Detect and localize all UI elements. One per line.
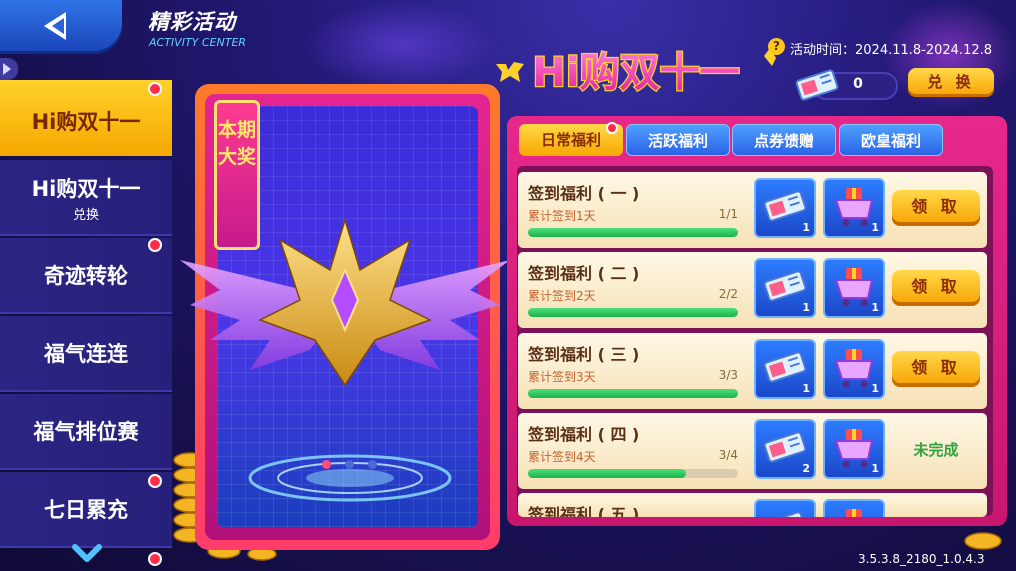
reward-item-ticket[interactable]: 1 — [754, 258, 816, 318]
reward-row: 签到福利 ( 三 ) 累计签到3天 3/3 1 1 领 取 — [518, 333, 987, 409]
progress-bar — [528, 228, 738, 237]
back-arrow-icon — [44, 12, 66, 40]
claim-button[interactable]: 领 取 — [892, 351, 980, 387]
reward-row: 签到福利 ( 四 ) 累计签到4天 3/4 2 1 未完成 — [518, 413, 987, 489]
progress-bar-fill — [528, 228, 738, 237]
item-quantity: 1 — [871, 301, 879, 314]
item-quantity: 1 — [871, 462, 879, 475]
prize-banner-text: 本期大奖 — [217, 119, 256, 168]
reward-item-cart[interactable]: 1 — [823, 339, 885, 399]
notification-dot — [148, 82, 162, 96]
item-quantity: 1 — [871, 221, 879, 234]
item-quantity: 1 — [802, 221, 810, 234]
reward-title: 签到福利 ( 四 ) — [528, 425, 640, 444]
sidebar-item-label: Hi购双十一 — [31, 110, 141, 134]
reward-progress-text: 3/3 — [718, 368, 738, 382]
sidebar-item-lucky[interactable]: 福气连连 — [0, 316, 172, 392]
claim-button[interactable]: 领 取 — [892, 190, 980, 226]
ticket-icon — [763, 431, 807, 463]
notification-dot — [148, 238, 162, 252]
stage-light — [300, 0, 500, 90]
progress-bar — [528, 389, 738, 398]
sidebar-item-label: 七日累充 — [44, 498, 128, 522]
coupon-count: 0 — [853, 76, 863, 92]
reward-item-ticket[interactable]: 1 — [754, 178, 816, 238]
reward-item-ticket[interactable] — [754, 499, 816, 517]
ticket-icon — [763, 511, 807, 517]
reward-item-cart[interactable]: 1 — [823, 419, 885, 479]
ticket-icon — [763, 270, 807, 302]
sidebar-item-wheel[interactable]: 奇迹转轮 — [0, 238, 172, 314]
version-label: 3.5.3.8_2180_1.0.4.3 — [858, 552, 985, 566]
reward-progress-text: 2/2 — [718, 287, 738, 301]
ticket-icon — [795, 69, 839, 101]
tab-coupon-gift[interactable]: 点券馈赠 — [732, 124, 836, 156]
help-icon[interactable]: ? — [768, 38, 785, 55]
pager-dot[interactable] — [368, 460, 377, 469]
reward-progress-text: 1/1 — [718, 207, 738, 221]
reward-condition: 累计签到1天 — [528, 209, 596, 223]
sidebar-collapse-icon[interactable] — [0, 58, 18, 80]
progress-bar-fill — [528, 389, 738, 398]
sidebar-item-ranking[interactable]: 福气排位赛 — [0, 394, 172, 470]
sidebar-item-hi-shopping[interactable]: Hi购双十一 — [0, 80, 172, 156]
reward-condition: 累计签到4天 — [528, 450, 596, 464]
reward-row: 签到福利 ( 五 ) — [518, 493, 987, 517]
reward-progress-text: 3/4 — [718, 448, 738, 462]
reward-item-ticket[interactable]: 2 — [754, 419, 816, 479]
item-quantity: 1 — [871, 382, 879, 395]
reward-title: 签到福利 ( 三 ) — [528, 345, 640, 364]
sidebar-item-sublabel: 兑换 — [72, 208, 99, 223]
event-time: 活动时间：2024.11.8-2024.12.8 — [790, 43, 993, 58]
progress-bar-fill — [528, 469, 686, 478]
reward-item-cart[interactable]: 1 — [823, 178, 885, 238]
reward-item-ticket[interactable]: 1 — [754, 339, 816, 399]
sidebar-item-recharge[interactable]: 七日累充 — [0, 472, 172, 548]
chevron-down-icon[interactable] — [72, 543, 102, 567]
prize-banner: 本期大奖 — [214, 100, 260, 250]
reward-condition: 累计签到2天 — [528, 289, 596, 303]
reward-title: 签到福利 ( 二 ) — [528, 264, 640, 283]
sidebar-item-label: 福气排位赛 — [33, 420, 139, 444]
reward-item-cart[interactable]: 1 — [823, 258, 885, 318]
pager-dot-active[interactable] — [322, 460, 331, 469]
progress-bar — [528, 308, 738, 317]
display-platform — [248, 454, 452, 502]
reward-row: 签到福利 ( 二 ) 累计签到2天 2/2 1 1 领 取 — [518, 252, 987, 328]
item-quantity: 1 — [802, 382, 810, 395]
sidebar-item-label: Hi购双十一 — [31, 177, 141, 201]
reward-condition: 累计签到3天 — [528, 370, 596, 384]
ticket-icon — [763, 190, 807, 222]
reward-item-cart[interactable] — [823, 499, 885, 517]
reward-title: 签到福利 ( 五 ) — [528, 505, 640, 517]
sidebar-item-hi-exchange[interactable]: Hi购双十一 兑换 — [0, 160, 172, 236]
event-logo: Hi购双十一 — [496, 48, 776, 97]
page-title: 精彩活动 — [148, 10, 236, 34]
sidebar: Hi购双十一 Hi购双十一 兑换 奇迹转轮 福气连连 福气排位赛 七日累充 — [0, 80, 176, 571]
sidebar-item-label: 奇迹转轮 — [44, 264, 128, 288]
ticket-icon — [763, 351, 807, 383]
claim-button[interactable]: 领 取 — [892, 270, 980, 306]
sidebar-item-label: 福气连连 — [44, 342, 128, 366]
reward-row: 签到福利 ( 一 ) 累计签到1天 1/1 1 1 领 取 — [518, 172, 987, 248]
exchange-button[interactable]: 兑 换 — [908, 68, 994, 97]
status-incomplete: 未完成 — [913, 441, 959, 459]
progress-bar-fill — [528, 308, 738, 317]
reward-title: 签到福利 ( 一 ) — [528, 184, 640, 203]
shopping-cart-icon — [846, 509, 862, 517]
back-button[interactable] — [0, 0, 122, 54]
tab-lucky[interactable]: 欧皇福利 — [839, 124, 943, 156]
event-logo-text: Hi购双十一 — [532, 50, 739, 96]
tab-active[interactable]: 活跃福利 — [626, 124, 730, 156]
pager-dot[interactable] — [345, 460, 354, 469]
progress-bar — [528, 469, 738, 478]
notification-dot — [606, 122, 618, 134]
item-quantity: 1 — [802, 301, 810, 314]
item-quantity: 2 — [802, 462, 810, 475]
page-subtitle: ACTIVITY CENTER — [149, 36, 247, 49]
